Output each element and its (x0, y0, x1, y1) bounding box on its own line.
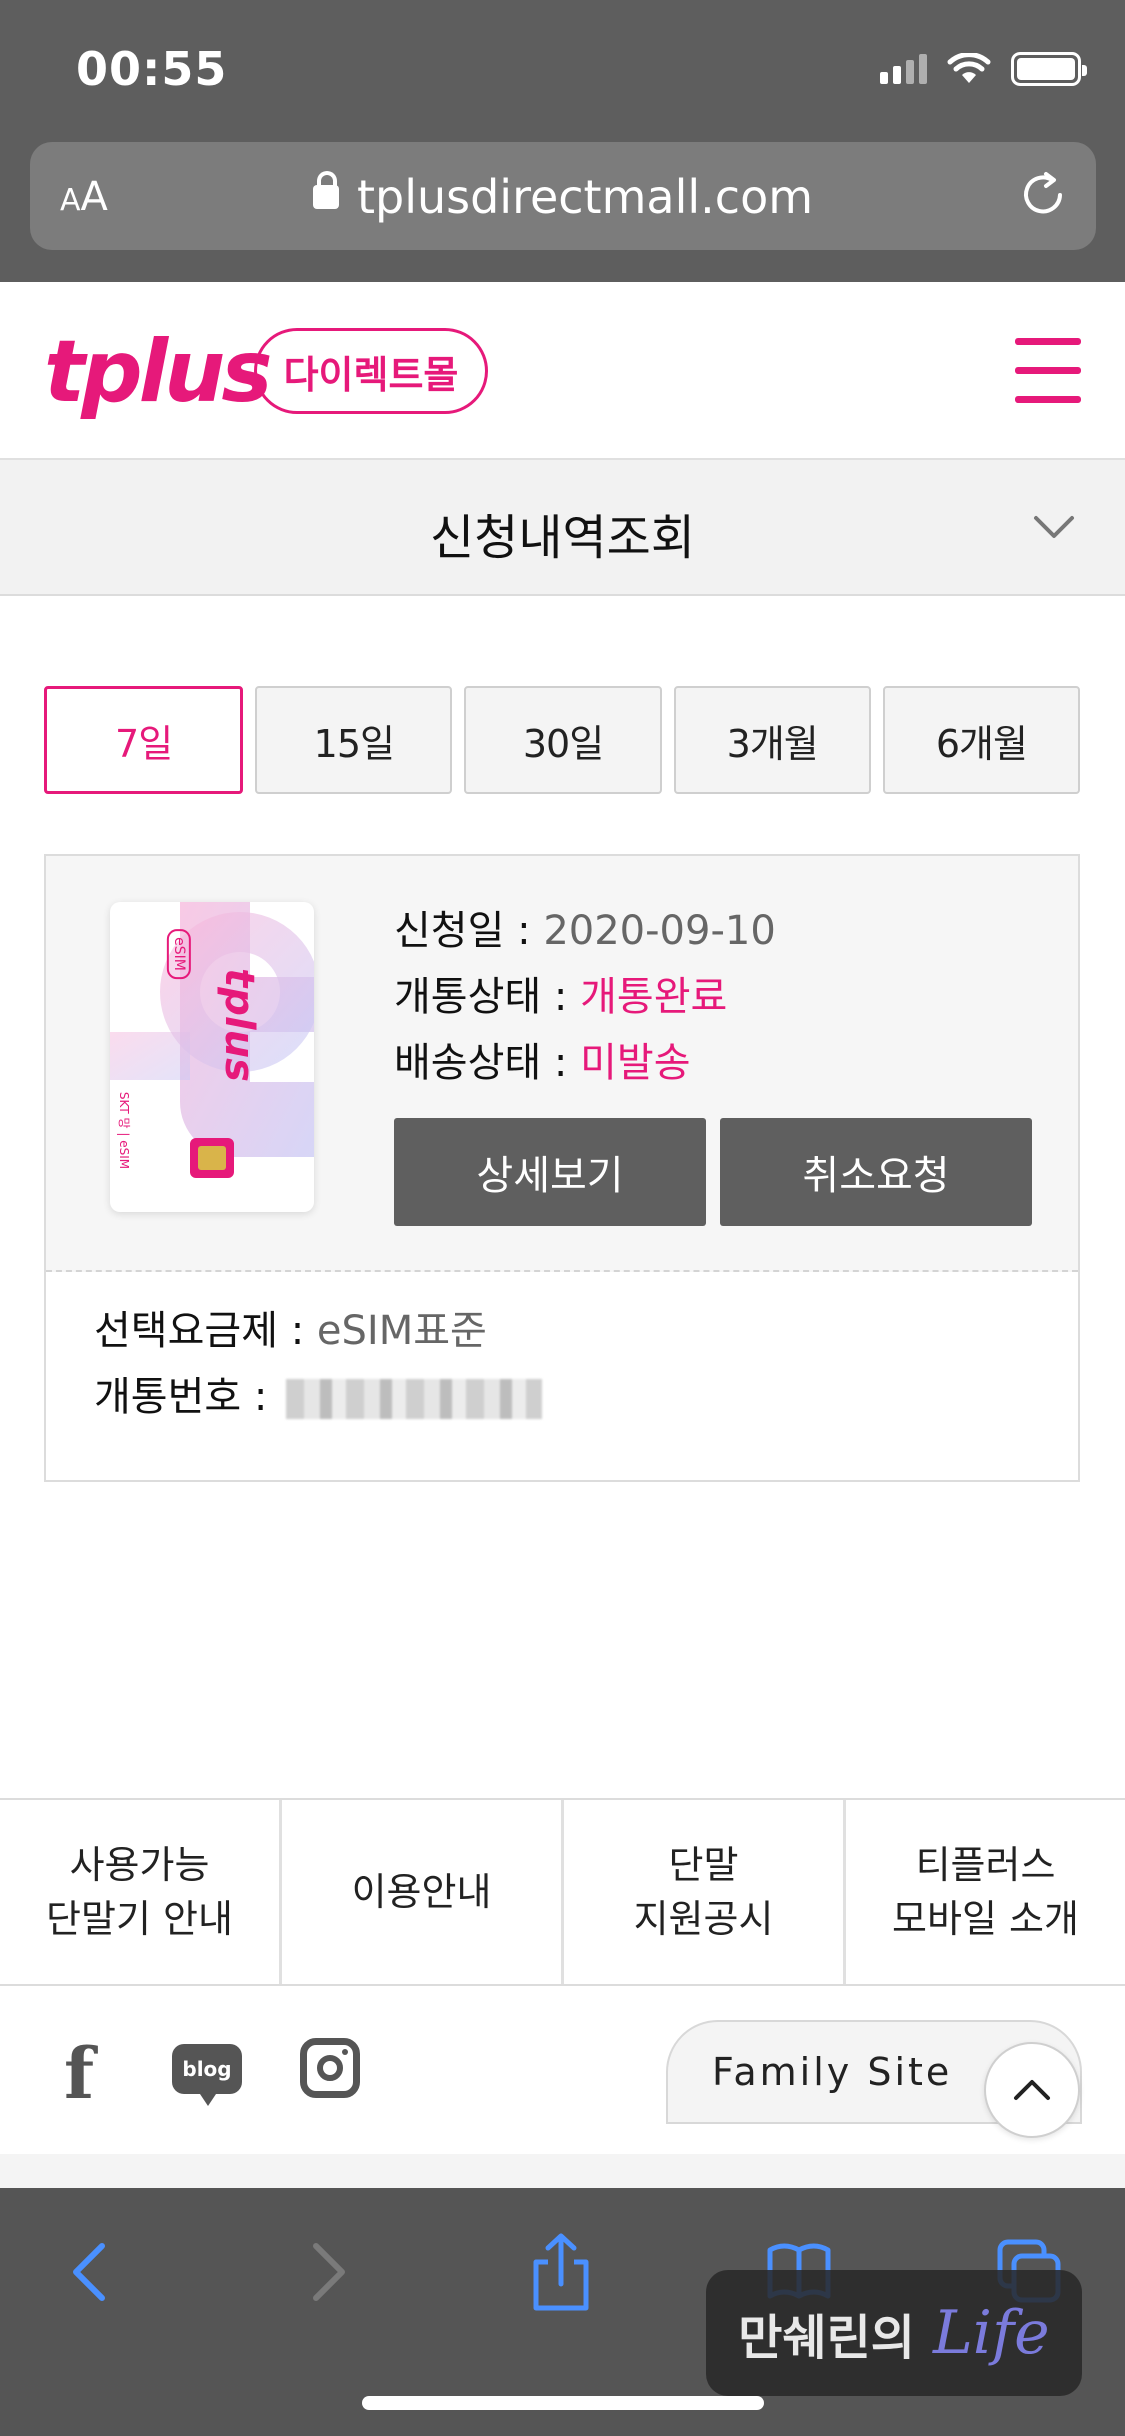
shipping-status-value: 미발송 (580, 1040, 691, 1086)
status-time: 00:55 (76, 42, 228, 96)
shipping-status-row: 배송상태 : 미발송 (394, 1040, 691, 1086)
order-summary: tplus eSIM SKT 망 | eSIM 신청일 : 2020-09-10… (46, 856, 1078, 1272)
site-header: tplus 다이렉트몰 (0, 282, 1125, 460)
cancel-request-button[interactable]: 취소요청 (720, 1118, 1032, 1226)
phone-number-row: 개통번호 : (94, 1364, 543, 1430)
footer-strip (0, 2154, 1125, 2188)
activation-status-row: 개통상태 : 개통완료 (394, 974, 728, 1020)
lock-icon (312, 170, 339, 209)
forward-icon[interactable] (290, 2232, 360, 2312)
period-filter: 7일 15일 30일 3개월 6개월 (44, 686, 1081, 796)
period-3-months-button[interactable]: 3개월 (673, 686, 871, 794)
page-title: 신청내역조회 (430, 510, 695, 566)
status-icons (880, 52, 1087, 86)
reload-icon[interactable] (1016, 168, 1070, 222)
chevron-up-icon (1014, 2080, 1050, 2100)
period-15-days-button[interactable]: 15일 (255, 686, 453, 794)
order-card: tplus eSIM SKT 망 | eSIM 신청일 : 2020-09-10… (44, 854, 1080, 1482)
footer-nav: 사용가능 단말기 안내 이용안내 단말 지원공시 티플러스 모바일 소개 (0, 1798, 1125, 1986)
footer-link-about-tplus[interactable]: 티플러스 모바일 소개 (846, 1800, 1125, 1984)
period-30-days-button[interactable]: 30일 (464, 686, 662, 794)
watermark-korean: 만쉐린의 (738, 2310, 915, 2366)
social-bar: f blog Family Site (0, 1988, 1125, 2154)
instagram-icon[interactable] (300, 2038, 360, 2098)
plan-row: 선택요금제 : eSIM표준 (94, 1308, 487, 1354)
chevron-down-icon[interactable] (1031, 504, 1077, 550)
period-6-months-button[interactable]: 6개월 (882, 686, 1081, 794)
apply-date-row: 신청일 : 2020-09-10 (394, 908, 776, 954)
cellular-signal-icon (880, 54, 927, 84)
plan-value: eSIM표준 (316, 1308, 487, 1354)
browser-top-chrome: 00:55 AA tplusdirectmall.com (0, 0, 1125, 282)
tplus-logo[interactable]: tplus (44, 322, 273, 422)
activation-status-value: 개통완료 (580, 974, 728, 1020)
share-icon[interactable] (526, 2232, 596, 2312)
sim-esim-label: eSIM (166, 929, 191, 979)
battery-icon (1011, 52, 1087, 86)
order-plan-info: 선택요금제 : eSIM표준 개통번호 : (94, 1298, 543, 1430)
period-7-days-button[interactable]: 7일 (44, 686, 244, 794)
footer-link-usage-guide[interactable]: 이용안내 (282, 1800, 564, 1984)
hamburger-menu-icon[interactable] (1015, 338, 1081, 406)
footer-link-supported-devices[interactable]: 사용가능 단말기 안내 (0, 1800, 282, 1984)
esim-card-graphic (110, 902, 314, 1178)
order-info: 신청일 : 2020-09-10 개통상태 : 개통완료 배송상태 : 미발송 (394, 898, 776, 1096)
wifi-icon (947, 53, 991, 83)
footer-link-device-subsidy[interactable]: 단말 지원공시 (564, 1800, 846, 1984)
page-title-bar[interactable]: 신청내역조회 (0, 460, 1125, 596)
scroll-to-top-button[interactable] (984, 2042, 1080, 2138)
back-icon[interactable] (58, 2232, 128, 2312)
order-actions: 상세보기 취소요청 (394, 1118, 1032, 1226)
watermark-life: Life (932, 2298, 1050, 2368)
facebook-icon[interactable]: f (64, 2032, 94, 2115)
blog-icon[interactable]: blog (172, 2044, 242, 2106)
url-text: tplusdirectmall.com (356, 170, 814, 224)
address-bar[interactable]: AA tplusdirectmall.com (30, 142, 1096, 250)
sim-network-label: SKT 망 | eSIM (117, 1091, 132, 1170)
watermark: 만쉐린의 Life (706, 2270, 1082, 2396)
sim-brand-text: tplus (215, 968, 262, 1082)
esim-card-image: tplus eSIM SKT 망 | eSIM (110, 902, 314, 1212)
direct-mall-badge[interactable]: 다이렉트몰 (254, 328, 488, 414)
url-display[interactable]: tplusdirectmall.com (30, 170, 1096, 224)
apply-date-value: 2020-09-10 (543, 908, 776, 954)
view-details-button[interactable]: 상세보기 (394, 1118, 706, 1226)
redacted-phone-number (286, 1379, 543, 1419)
home-indicator[interactable] (362, 2396, 764, 2410)
